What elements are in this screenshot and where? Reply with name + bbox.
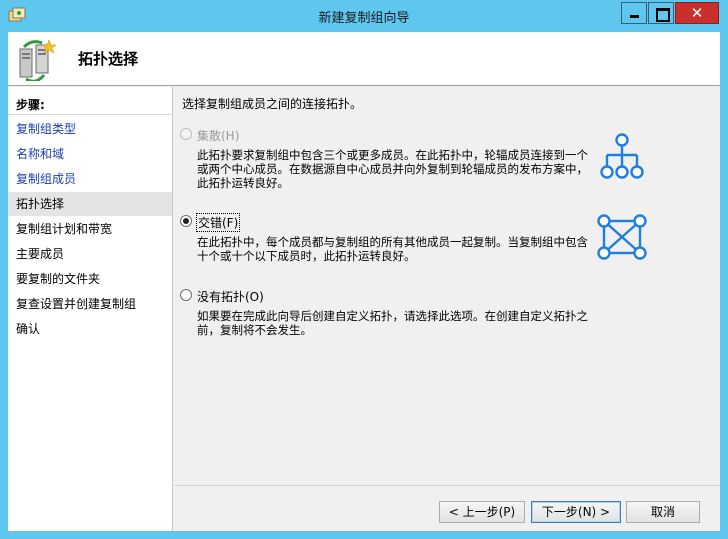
no-topology-description: 如果要在完成此向导后创建自定义拓扑，请选择此选项。在创建自定义拓扑之前，复制将不… — [197, 309, 588, 337]
no-topology-radio[interactable] — [180, 289, 192, 301]
hub-spoke-icon — [600, 133, 644, 179]
maximize-button[interactable] — [648, 2, 674, 24]
full-mesh-description: 在此拓扑中，每个成员都与复制组的所有其他成员一起复制。当复制组中包含十个或十个以… — [197, 235, 588, 263]
cancel-button[interactable]: 取消 — [626, 501, 700, 523]
step-confirmation: 确认 — [16, 322, 41, 336]
full-mesh-icon — [597, 214, 647, 260]
previous-button[interactable]: < 上一步(P) — [439, 501, 525, 523]
no-topology-label[interactable]: 没有拓扑(O) — [197, 288, 264, 305]
option-no-topology: 没有拓扑(O) 如果要在完成此向导后创建自定义拓扑，请选择此选项。在创建自定义拓… — [180, 287, 590, 337]
wizard-header: 拓扑选择 — [8, 32, 720, 86]
wizard-window: 新建复制组向导 ✕ 拓扑选择 步骤: 复制组类型 名称和域 复制组成员 拓扑选择… — [0, 0, 728, 539]
option-hub-and-spoke: 集散(H) 此拓扑要求复制组中包含三个或更多成员。在此拓扑中，轮辐成员连接到一个… — [180, 126, 590, 190]
wizard-client-area: 拓扑选择 步骤: 复制组类型 名称和域 复制组成员 拓扑选择 复制组计划和带宽 … — [8, 32, 720, 531]
intro-text: 选择复制组成员之间的连接拓扑。 — [182, 97, 363, 111]
next-button[interactable]: 下一步(N) > — [531, 501, 621, 523]
hub-and-spoke-radio[interactable] — [180, 128, 192, 140]
step-review-and-create: 复查设置并创建复制组 — [16, 297, 137, 311]
window-title: 新建复制组向导 — [318, 11, 410, 26]
full-mesh-radio[interactable] — [180, 215, 192, 227]
full-mesh-label[interactable]: 交错(F) — [195, 213, 241, 232]
hub-and-spoke-label: 集散(H) — [197, 129, 240, 143]
step-topology-selection: 拓扑选择 — [8, 192, 172, 216]
step-primary-member: 主要成员 — [16, 247, 65, 261]
step-folders-to-replicate: 要复制的文件夹 — [16, 272, 101, 286]
close-button[interactable]: ✕ — [675, 2, 719, 24]
steps-sidebar: 步骤: 复制组类型 名称和域 复制组成员 拓扑选择 复制组计划和带宽 主要成员 … — [8, 87, 173, 531]
hub-and-spoke-description: 此拓扑要求复制组中包含三个或更多成员。在此拓扑中，轮辐成员连接到一个或两个中心成… — [197, 148, 588, 190]
divider — [174, 485, 720, 486]
step-name-and-domain[interactable]: 名称和域 — [8, 142, 172, 166]
step-replication-group-members[interactable]: 复制组成员 — [8, 167, 172, 191]
option-full-mesh: 交错(F) 在此拓扑中，每个成员都与复制组的所有其他成员一起复制。当复制组中包含… — [180, 213, 590, 263]
replication-servers-icon — [19, 39, 56, 81]
page-title: 拓扑选择 — [78, 50, 139, 68]
step-schedule-and-bandwidth: 复制组计划和带宽 — [16, 222, 113, 236]
divider — [8, 114, 173, 115]
close-icon: ✕ — [690, 4, 704, 22]
step-replication-group-type[interactable]: 复制组类型 — [8, 117, 172, 141]
steps-heading: 步骤: — [16, 98, 45, 112]
wizard-content: 选择复制组成员之间的连接拓扑。 集散(H) 此拓扑要求复制组中包含三个或更多成员… — [174, 87, 720, 531]
title-bar[interactable]: 新建复制组向导 ✕ — [0, 0, 728, 32]
minimize-button[interactable] — [621, 2, 647, 24]
